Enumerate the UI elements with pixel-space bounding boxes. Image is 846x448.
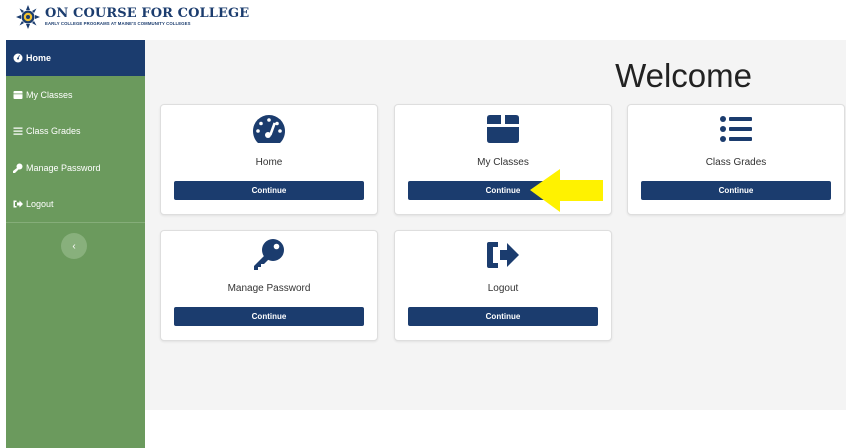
chevron-left-icon: ‹ [72, 240, 76, 252]
card-logout: Logout Continue [394, 230, 612, 341]
page-title: Welcome [615, 57, 752, 94]
card-label: My Classes [477, 157, 529, 168]
card-manage-password: Manage Password Continue [160, 230, 378, 341]
sidebar: Home My Classes Class Grades Manage Pass… [6, 40, 145, 448]
sidebar-divider [6, 222, 145, 223]
site-logo[interactable]: ON COURSE FOR COLLEGE EARLY COLLEGE PROG… [16, 5, 249, 29]
key-icon [161, 238, 377, 272]
sidebar-item-label: Manage Password [26, 163, 101, 173]
dashboard-icon [161, 112, 377, 146]
list-icon [12, 126, 23, 137]
list-icon [628, 112, 844, 146]
logo-title: ON COURSE FOR COLLEGE [45, 6, 250, 22]
card-class-grades: Class Grades Continue [627, 104, 845, 215]
sidebar-item-my-classes[interactable]: My Classes [6, 77, 145, 113]
box-icon [395, 112, 611, 146]
box-icon [12, 90, 23, 101]
sidebar-item-label: My Classes [26, 90, 73, 100]
sidebar-collapse-button[interactable]: ‹ [61, 233, 87, 259]
sidebar-item-label: Logout [26, 199, 54, 209]
card-label: Home [255, 157, 283, 168]
sidebar-item-label: Home [26, 53, 52, 63]
card-label: Logout [487, 283, 519, 294]
sign-out-icon [12, 199, 23, 210]
sidebar-item-logout[interactable]: Logout [6, 186, 145, 222]
card-label: Class Grades [705, 157, 767, 168]
continue-button-logout[interactable]: Continue [408, 307, 598, 326]
sidebar-item-label: Class Grades [26, 126, 81, 136]
main-content: Welcome Home Continue My Classes Continu… [145, 40, 846, 410]
card-home: Home Continue [160, 104, 378, 215]
highlight-arrow-icon [530, 169, 603, 212]
continue-button-manage-password[interactable]: Continue [174, 307, 364, 326]
sunburst-badge-icon [16, 5, 40, 29]
logo-subtitle: EARLY COLLEGE PROGRAMS AT MAINE'S COMMUN… [45, 21, 191, 27]
continue-button-home[interactable]: Continue [174, 181, 364, 200]
sidebar-item-home[interactable]: Home [6, 40, 145, 76]
sidebar-item-class-grades[interactable]: Class Grades [6, 113, 145, 149]
key-icon [12, 163, 23, 174]
continue-button-class-grades[interactable]: Continue [641, 181, 831, 200]
top-bar: ON COURSE FOR COLLEGE EARLY COLLEGE PROG… [0, 0, 846, 40]
dashboard-icon [12, 53, 23, 64]
sign-out-icon [395, 238, 611, 272]
sidebar-item-manage-password[interactable]: Manage Password [6, 150, 145, 186]
card-label: Manage Password [227, 283, 311, 294]
